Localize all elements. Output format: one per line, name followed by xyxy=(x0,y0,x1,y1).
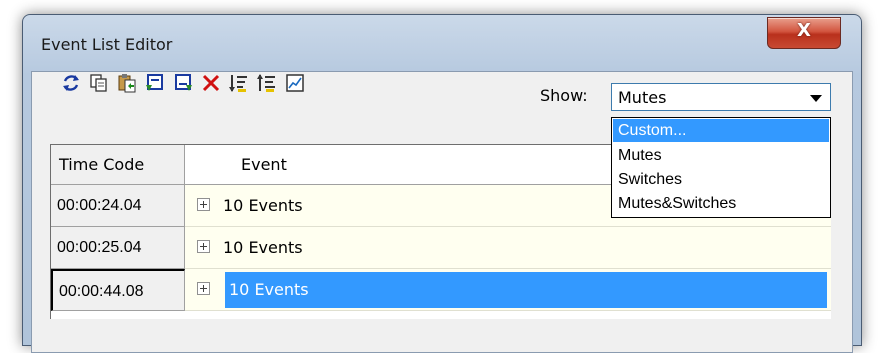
dropdown-option-mutes-switches[interactable]: Mutes&Switches xyxy=(613,192,829,215)
show-select-value: Mutes xyxy=(618,88,667,107)
paste-icon[interactable] xyxy=(114,70,140,96)
close-icon: X xyxy=(797,20,811,41)
refresh-icon[interactable] xyxy=(58,70,84,96)
event-label: 10 Events xyxy=(223,238,303,257)
table-row-selected[interactable]: 00:00:44.08 10 Events xyxy=(51,269,831,311)
dropdown-option-custom[interactable]: Custom... xyxy=(613,119,829,142)
dropdown-option-mutes[interactable]: Mutes xyxy=(613,144,829,167)
time-code-cell[interactable]: 00:00:44.08 xyxy=(51,269,185,311)
indent-icon[interactable] xyxy=(254,70,280,96)
chevron-down-icon[interactable] xyxy=(810,95,822,102)
event-cell[interactable]: 10 Events xyxy=(185,269,831,311)
window-title: Event List Editor xyxy=(41,35,173,54)
expand-icon[interactable] xyxy=(197,240,210,253)
title-bar[interactable]: Event List Editor X xyxy=(23,15,861,71)
show-dropdown-list: Custom... Mutes Switches Mutes&Switches xyxy=(611,117,831,218)
time-code-cell[interactable]: 00:00:24.04 xyxy=(51,185,185,227)
show-label: Show: xyxy=(540,86,588,105)
copy-icon[interactable] xyxy=(86,70,112,96)
event-label: 10 Events xyxy=(229,280,309,299)
expand-icon[interactable] xyxy=(197,282,210,295)
time-code-cell[interactable]: 00:00:25.04 xyxy=(51,227,185,269)
graph-icon[interactable] xyxy=(282,70,308,96)
sort-icon[interactable] xyxy=(226,70,252,96)
table-row[interactable]: 00:00:25.04 10 Events xyxy=(51,227,831,269)
selection-highlight xyxy=(225,272,827,308)
insert-before-icon[interactable] xyxy=(142,70,168,96)
show-select[interactable]: Mutes xyxy=(611,83,831,111)
close-button[interactable]: X xyxy=(767,17,841,49)
column-header-time-code[interactable]: Time Code xyxy=(51,145,185,185)
event-label: 10 Events xyxy=(223,196,303,215)
dropdown-option-switches[interactable]: Switches xyxy=(613,168,829,191)
delete-icon[interactable] xyxy=(198,70,224,96)
event-cell[interactable]: 10 Events xyxy=(185,227,831,269)
expand-icon[interactable] xyxy=(197,198,210,211)
insert-after-icon[interactable] xyxy=(170,70,196,96)
